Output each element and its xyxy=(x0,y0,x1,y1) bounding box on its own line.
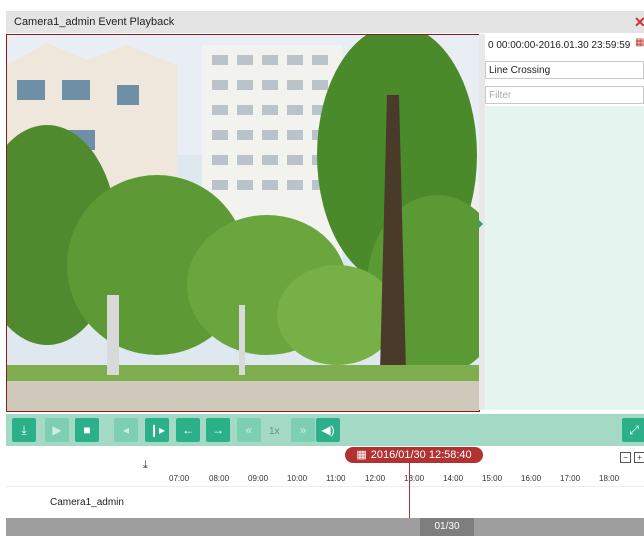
event-results-list[interactable] xyxy=(485,106,644,410)
video-playback-area[interactable] xyxy=(6,34,480,412)
current-time-badge: ▦ 2016/01/30 12:58:40 xyxy=(345,447,483,463)
playback-toolbar: ⤓ ▶ ■ ◂ ❙▸ ← → « 1x » ◀) ⤢ xyxy=(6,414,644,446)
time-tick: 11:00 xyxy=(326,474,346,483)
time-tick: 15:00 xyxy=(482,474,503,483)
time-range-field[interactable]: 0 00:00:00-2016.01.30 23:59:59 xyxy=(485,37,644,55)
time-tick: 08:00 xyxy=(209,474,230,483)
time-tick: 07:00 xyxy=(169,474,190,483)
time-tick: 18:00 xyxy=(599,474,620,483)
calendar-icon[interactable]: ▦ xyxy=(635,37,644,48)
close-icon[interactable]: ✕ xyxy=(634,14,644,31)
fast-icon[interactable]: » xyxy=(291,418,315,442)
playhead-marker[interactable] xyxy=(409,462,410,518)
event-type-select[interactable]: Line Crossing xyxy=(485,61,644,79)
zoom-out-icon[interactable]: − xyxy=(620,452,631,463)
current-time-text: 2016/01/30 12:58:40 xyxy=(370,449,472,461)
search-panel: 0 00:00:00-2016.01.30 23:59:59 ▦ Line Cr… xyxy=(485,34,644,414)
camera-frame-image xyxy=(7,35,479,411)
fullscreen-icon[interactable]: ⤢ xyxy=(622,418,644,442)
collapse-arrow-icon[interactable] xyxy=(479,220,483,228)
download-icon[interactable]: ⤓ xyxy=(12,418,36,442)
speed-indicator: 1x xyxy=(269,426,280,437)
stop-icon[interactable]: ■ xyxy=(75,418,99,442)
clip-download-icon[interactable]: ⤓ xyxy=(143,459,148,472)
track-area: Camera1_admin xyxy=(6,486,644,519)
slow-icon[interactable]: « xyxy=(237,418,261,442)
time-tick: 10:00 xyxy=(287,474,308,483)
audio-icon[interactable]: ◀) xyxy=(316,418,340,442)
next-frame-icon[interactable]: ❙▸ xyxy=(145,418,169,442)
time-tick: 14:00 xyxy=(443,474,464,483)
time-tick: 13:00 xyxy=(404,474,425,483)
filter-input[interactable]: Filter xyxy=(485,86,644,104)
time-tick: 09:00 xyxy=(248,474,269,483)
bottom-bar: 01/30 xyxy=(6,518,644,536)
camera-track-label: Camera1_admin xyxy=(50,497,124,508)
forward-icon[interactable]: → xyxy=(206,418,230,442)
time-tick: 12:00 xyxy=(365,474,386,483)
time-tick: 17:00 xyxy=(560,474,581,483)
rewind-icon[interactable]: ← xyxy=(176,418,200,442)
zoom-in-icon[interactable]: + xyxy=(634,452,644,463)
timeline[interactable]: ⤓ ▦ 2016/01/30 12:58:40 − + 07:00 08:00 0… xyxy=(6,446,644,486)
play-icon[interactable]: ▶ xyxy=(45,418,69,442)
calendar-small-icon: ▦ xyxy=(356,449,367,461)
window-title: Camera1_admin Event Playback xyxy=(14,16,175,28)
time-tick: 16:00 xyxy=(521,474,542,483)
reverse-frame-icon[interactable]: ◂ xyxy=(114,418,138,442)
page-indicator: 01/30 xyxy=(420,518,474,536)
